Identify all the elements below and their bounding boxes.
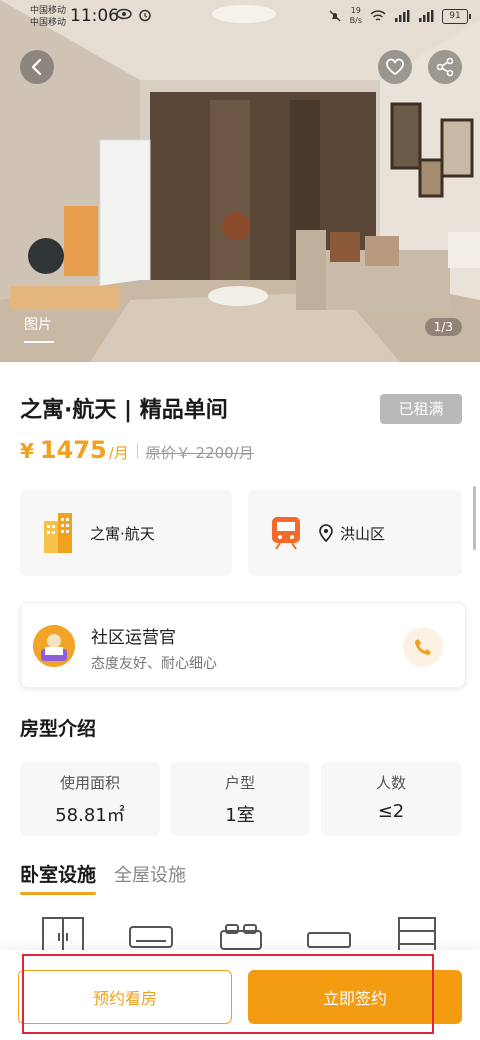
status-badge: 已租满 [380, 394, 462, 424]
room-photo[interactable]: 中国移动 中国移动 11:06 19 B/s 91 图片 1/3 [0, 0, 480, 362]
battery-indicator: 91 [442, 8, 471, 24]
community-name: 之寓·航天 [90, 524, 155, 543]
district-name: 洪山区 [340, 524, 386, 543]
tab-photos[interactable]: 图片 [24, 314, 52, 334]
share-button[interactable] [428, 50, 462, 84]
agent-name: 社区运营官 [91, 628, 176, 648]
photo-counter: 1/3 [424, 318, 462, 336]
phone-icon [415, 639, 431, 655]
room-intro-title: 房型介绍 [20, 718, 97, 740]
price-unit: /月 [108, 444, 129, 462]
agent-avatar-image [33, 625, 75, 667]
price-currency: ¥ [20, 439, 34, 463]
desk-icon [307, 932, 351, 948]
facility-tabs: 卧室设施 全屋设施 [20, 860, 186, 895]
cabinet-icon [398, 917, 436, 955]
spec-label: 使用面积 [59, 774, 120, 792]
spec-area: 使用面积 58.81㎡ [20, 762, 160, 836]
sign-now-button[interactable]: 立即签约 [248, 970, 462, 1024]
heart-icon [386, 58, 404, 76]
signal-2-icon [419, 10, 434, 22]
building-icon [44, 513, 72, 553]
share-icon [436, 57, 454, 77]
wifi-icon [370, 9, 386, 21]
spec-label: 户型 [224, 774, 255, 792]
bed-icon [220, 924, 262, 950]
status-time: 11:06 [70, 6, 119, 26]
location-pin-icon [319, 524, 333, 542]
original-price: 原价￥ 2200/月 [145, 444, 254, 462]
spec-value: 1室 [225, 805, 255, 826]
spec-label: 人数 [375, 774, 406, 792]
net-speed-unit: B/s [349, 16, 362, 25]
favorite-button[interactable] [378, 50, 412, 84]
listing-title: 之寓·航天 | 精品单间 [20, 398, 228, 423]
alarm-icon [139, 9, 151, 22]
facility-icons [0, 915, 480, 955]
mute-icon [329, 10, 341, 22]
chevron-left-icon [31, 58, 42, 76]
back-button[interactable] [20, 50, 54, 84]
agent-description: 态度友好、耐心细心 [91, 656, 217, 672]
carrier-info: 中国移动 中国移动 [30, 5, 66, 29]
status-bar: 中国移动 中国移动 11:06 19 B/s 91 [0, 0, 480, 36]
tab-bedroom-facilities[interactable]: 卧室设施 [20, 860, 97, 895]
community-card[interactable]: 之寓·航天 [20, 490, 232, 576]
spec-value: ≤2 [377, 801, 405, 822]
wardrobe-icon [42, 917, 84, 955]
signal-icon [395, 10, 410, 22]
price-value: 1475 [39, 436, 107, 464]
metro-icon [272, 517, 300, 550]
tab-whole-house-facilities[interactable]: 全屋设施 [114, 861, 186, 887]
net-speed: 19 B/s [350, 6, 362, 26]
carrier-2: 中国移动 [30, 18, 67, 28]
bottom-action-bar: 预约看房 立即签约 [0, 950, 480, 1040]
agent-card[interactable]: 社区运营官 态度友好、耐心细心 [20, 602, 466, 688]
price-divider [136, 442, 138, 458]
call-button[interactable] [403, 627, 443, 667]
tab-photos-indicator [24, 341, 54, 343]
air-conditioner-icon [129, 926, 173, 948]
room-photo-image [0, 0, 480, 362]
eye-icon [116, 8, 132, 20]
price-row: ¥ 1475 /月 原价￥ 2200/月 [20, 436, 254, 464]
carrier-1: 中国移动 [30, 6, 67, 16]
district-card[interactable]: 洪山区 [248, 490, 462, 576]
spec-value: 58.81㎡ [55, 805, 125, 826]
book-viewing-button[interactable]: 预约看房 [18, 970, 232, 1024]
net-speed-value: 19 [350, 6, 361, 15]
spec-occupancy: 人数 ≤2 [321, 762, 461, 836]
avatar [33, 625, 75, 667]
spec-layout: 户型 1室 [170, 762, 310, 836]
scrollbar[interactable] [473, 486, 476, 550]
